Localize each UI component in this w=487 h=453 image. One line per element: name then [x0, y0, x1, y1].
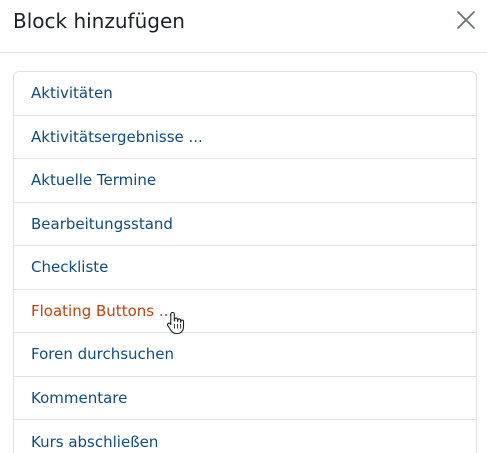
block-list: Aktivitäten Aktivitätsergebnisse ... Akt… [13, 71, 477, 453]
block-item-kommentare[interactable]: Kommentare [14, 377, 476, 420]
close-button[interactable] [454, 8, 478, 32]
block-item-aktuelle-termine[interactable]: Aktuelle Termine [14, 159, 476, 203]
add-block-dialog: Block hinzufügen Aktivitäten Aktivitätse… [0, 0, 487, 453]
block-item-foren-durchsuchen[interactable]: Foren durchsuchen [14, 333, 476, 377]
dialog-header: Block hinzufügen [0, 0, 487, 53]
close-icon [457, 11, 475, 29]
block-item-aktivitaetsergebnisse[interactable]: Aktivitätsergebnisse ... [14, 116, 476, 159]
block-item-bearbeitungsstand[interactable]: Bearbeitungsstand [14, 203, 476, 246]
dialog-title: Block hinzufügen [13, 9, 185, 33]
block-item-checkliste[interactable]: Checkliste [14, 246, 476, 290]
block-item-aktivitaeten[interactable]: Aktivitäten [14, 72, 476, 116]
block-item-floating-buttons[interactable]: Floating Buttons ... [14, 290, 476, 333]
block-item-kurs-abschliessen[interactable]: Kurs abschließen [14, 420, 476, 453]
